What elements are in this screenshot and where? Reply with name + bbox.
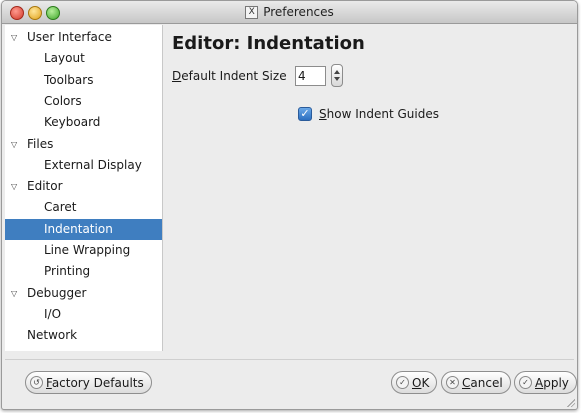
ok-label: OK — [412, 376, 429, 390]
sidebar-item-label: Files — [27, 136, 54, 151]
window-title: Preferences — [263, 5, 334, 19]
title-bar: X Preferences — [2, 1, 577, 24]
sidebar-item-label: Debugger — [27, 285, 87, 300]
cancel-rest: ancel — [470, 375, 503, 390]
sidebar-item-colors[interactable]: Colors — [5, 91, 162, 112]
sidebar-item-user-interface[interactable]: ▽ User Interface — [5, 27, 162, 48]
indent-size-label-text: efault Indent Size — [181, 69, 287, 83]
apply-button[interactable]: ✓ Apply — [514, 371, 577, 394]
sidebar-item-indentation[interactable]: Indentation — [5, 218, 162, 240]
stepper-down-icon[interactable] — [334, 77, 340, 81]
stepper-up-icon[interactable] — [334, 70, 340, 74]
show-indent-guides-label[interactable]: Show Indent Guides — [319, 107, 439, 121]
sidebar-item-label: Colors — [44, 93, 82, 108]
sidebar-item-line-wrapping[interactable]: Line Wrapping — [5, 240, 162, 261]
sidebar-item-i-o[interactable]: I/O — [5, 304, 162, 325]
indent-size-label: Default Indent Size — [172, 69, 287, 83]
ok-rest: K — [421, 375, 430, 390]
indent-size-mnemonic: D — [172, 69, 182, 83]
sidebar-item-toolbars[interactable]: Toolbars — [5, 70, 162, 91]
sidebar-item-label: Keyboard — [44, 115, 101, 130]
sidebar-item-external-display[interactable]: External Display — [5, 155, 162, 176]
cancel-label: Cancel — [462, 376, 503, 390]
sidebar-item-label: Editor — [27, 179, 63, 194]
cancel-icon: ✕ — [446, 376, 459, 389]
sidebar-item-editor[interactable]: ▽ Editor — [5, 176, 162, 197]
expander-triangle-icon[interactable]: ▽ — [11, 176, 17, 197]
check-icon: ✓ — [519, 376, 532, 389]
sidebar-item-label: Network — [27, 328, 78, 343]
indent-size-field[interactable]: 4 — [295, 66, 326, 86]
sidebar-item-label: I/O — [44, 306, 62, 321]
show-indent-guides-checkbox[interactable]: ✓ — [298, 107, 312, 121]
sidebar-item-label: Layout — [44, 51, 85, 66]
sidebar-item-files[interactable]: ▽ Files — [5, 134, 162, 155]
show-guides-mnemonic: S — [319, 107, 327, 121]
factory-defaults-rest: actory Defaults — [51, 375, 144, 390]
preferences-tree: ▽ User Interface Layout Toolbars Colors Keybo… — [5, 25, 163, 351]
sidebar-item-label: Indentation — [44, 221, 113, 236]
preferences-window: X Preferences ▽ User Interface Layout Toolb… — [1, 0, 578, 410]
sidebar-item-label: Printing — [44, 264, 91, 279]
sidebar-item-layout[interactable]: Layout — [5, 48, 162, 69]
factory-defaults-label: Factory Defaults — [46, 376, 144, 390]
sidebar-item-printing[interactable]: Printing — [5, 261, 162, 282]
sidebar-item-label: External Display — [44, 157, 142, 172]
ok-button[interactable]: ✓ OK — [391, 371, 438, 394]
expander-triangle-icon[interactable]: ▽ — [11, 283, 17, 304]
cancel-button[interactable]: ✕ Cancel — [441, 371, 511, 394]
reset-icon: ↺ — [30, 376, 43, 389]
sidebar-item-label: Caret — [44, 200, 77, 215]
sidebar-item-debugger[interactable]: ▽ Debugger — [5, 283, 162, 304]
apply-rest: pply — [543, 375, 569, 390]
check-icon: ✓ — [396, 376, 409, 389]
sidebar-item-keyboard[interactable]: Keyboard — [5, 112, 162, 133]
indent-size-stepper[interactable] — [331, 64, 343, 87]
sidebar-item-label: User Interface — [27, 30, 112, 44]
resize-grip-icon[interactable] — [566, 398, 575, 407]
sidebar-item-label: Toolbars — [44, 72, 94, 87]
apply-label: Apply — [535, 376, 569, 390]
page-title: Editor: Indentation — [172, 33, 365, 54]
footer-divider — [5, 359, 574, 360]
factory-defaults-button[interactable]: ↺ Factory Defaults — [25, 371, 152, 394]
sidebar-item-label: Line Wrapping — [44, 243, 131, 257]
show-guides-label-text: how Indent Guides — [326, 107, 439, 121]
expander-triangle-icon[interactable]: ▽ — [11, 27, 17, 48]
sidebar-item-caret[interactable]: Caret — [5, 197, 162, 218]
x11-app-icon: X — [245, 5, 259, 19]
apply-mnemonic: A — [535, 375, 544, 390]
title-container: X Preferences — [2, 1, 577, 23]
sidebar-item-network[interactable]: Network — [5, 325, 162, 346]
expander-triangle-icon[interactable]: ▽ — [11, 134, 17, 155]
